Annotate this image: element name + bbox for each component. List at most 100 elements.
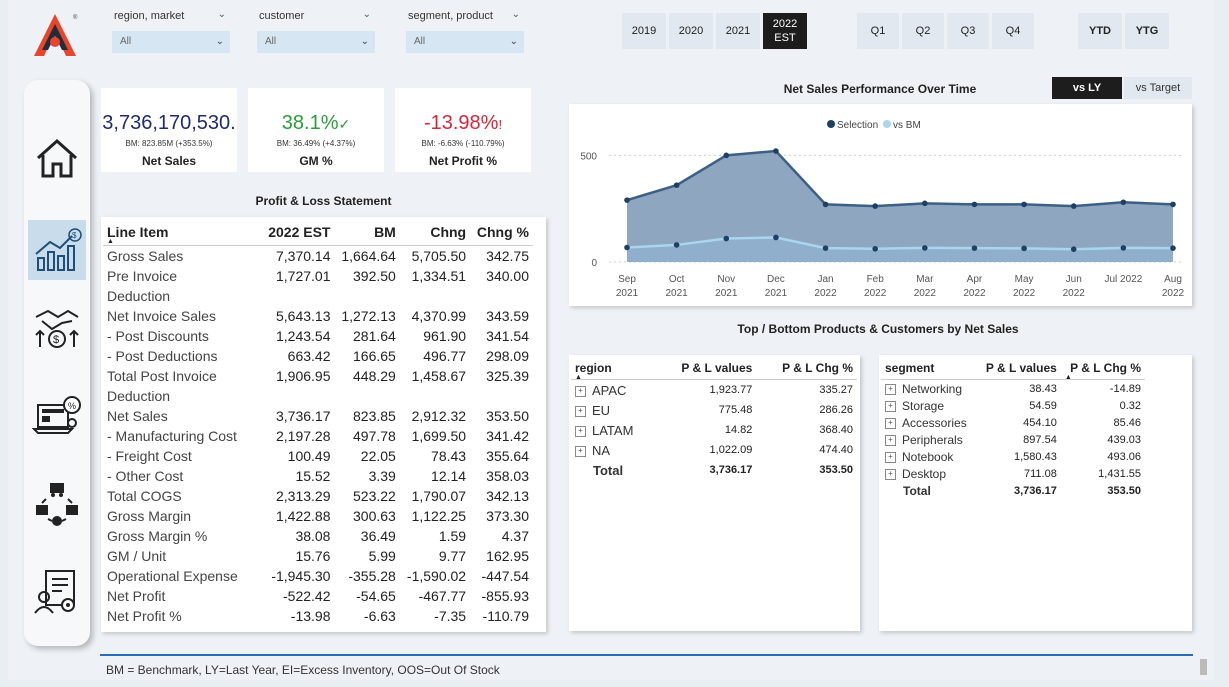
pl-cell: -522.42 bbox=[283, 588, 331, 604]
region-header[interactable]: P & L values bbox=[656, 357, 757, 380]
table-row[interactable]: + LATAM 14.82 368.40 bbox=[571, 420, 857, 440]
pl-line-item: Gross Margin % bbox=[103, 526, 261, 546]
expand-icon[interactable]: + bbox=[885, 468, 896, 480]
filter-dropdown[interactable]: All ⌄ bbox=[112, 31, 230, 53]
table-row[interactable]: + APAC 1,923.77 335.27 bbox=[571, 380, 857, 401]
year-2020-button[interactable]: 2020 bbox=[669, 13, 713, 49]
pl-table-card[interactable]: Line Item ▲ 2022 EST BM Chng Chng % Gross… bbox=[101, 217, 546, 632]
quarter-q1-button[interactable]: Q1 bbox=[857, 13, 899, 49]
region-table-card[interactable]: region ▲ P & L values P & L Chg % + APAC 1,… bbox=[569, 355, 860, 631]
chart-title: Net Sales Performance Over Time bbox=[783, 82, 977, 96]
pl-row[interactable]: - Freight Cost 100.49 22.05 78.43 355.64 bbox=[103, 446, 533, 466]
table-row[interactable]: + Accessories 454.10 85.46 bbox=[881, 414, 1145, 431]
total-value: 3,736.17 bbox=[1014, 484, 1057, 497]
net-sales-chart-card[interactable]: 0 500 Selection vs BM Sep 2021 Oct 2021 Nov 2021 D… bbox=[569, 104, 1192, 306]
table-row[interactable]: + Peripherals 897.54 439.03 bbox=[881, 431, 1145, 448]
year-sublabel: EST bbox=[774, 32, 796, 44]
pl-row[interactable]: Gross Margin 1,422.88 300.63 1,122.25 373.30 bbox=[103, 506, 533, 526]
vs-target-button[interactable]: vs Target bbox=[1124, 77, 1192, 99]
table-row[interactable]: + NA 1,022.09 474.40 bbox=[571, 440, 857, 460]
table-row[interactable]: + Notebook 1,580.43 493.06 bbox=[881, 448, 1145, 465]
table-row[interactable]: + Storage 54.59 0.32 bbox=[881, 397, 1145, 414]
pl-header[interactable]: Chng bbox=[400, 219, 470, 246]
pl-row[interactable]: Net Invoice Sales 5,643.13 1,272.13 4,370.9… bbox=[103, 306, 533, 326]
pl-header[interactable]: BM bbox=[334, 219, 399, 246]
kpi-net-profit-card[interactable]: -13.98%! BM: -6.63% (-110.79%) Net Profi… bbox=[395, 88, 531, 172]
filter-dropdown[interactable]: All ⌄ bbox=[406, 31, 524, 53]
pl-row[interactable]: Net Profit % -13.98 -6.63 -7.35 -110.79 bbox=[103, 606, 533, 626]
segment-table-card[interactable]: segment P & L values P & L Chg % ▲ + Netwo… bbox=[879, 355, 1192, 631]
pl-row[interactable]: Net Sales 3,736.17 823.85 2,912.32 353.50 bbox=[103, 406, 533, 426]
filter-dropdown[interactable]: All ⌄ bbox=[257, 31, 375, 53]
expand-icon[interactable]: + bbox=[885, 434, 896, 446]
nav-supply-chain-view[interactable] bbox=[28, 474, 86, 534]
segment-header[interactable]: segment bbox=[881, 357, 977, 380]
year-2021-button[interactable]: 2021 bbox=[716, 13, 760, 49]
pl-row[interactable]: Total Post Invoice Deduction 1,906.95 448.2… bbox=[103, 366, 533, 406]
pl-row[interactable]: GM / Unit 15.76 5.99 9.77 162.95 bbox=[103, 546, 533, 566]
ytd-button[interactable]: YTD bbox=[1078, 13, 1122, 49]
expand-icon[interactable]: + bbox=[885, 400, 896, 412]
gear-laptop-icon: % bbox=[32, 396, 81, 434]
pl-header[interactable]: 2022 EST bbox=[261, 219, 334, 246]
expand-icon[interactable]: + bbox=[575, 425, 586, 437]
nav-marketing-view[interactable]: % bbox=[28, 386, 86, 446]
table-row[interactable]: + Networking 38.43 -14.89 bbox=[881, 380, 1145, 398]
quarter-q4-button[interactable]: Q4 bbox=[992, 13, 1034, 49]
filter-region-market[interactable]: region, market ⌄ All ⌄ bbox=[106, 8, 230, 54]
pl-cell: 343.59 bbox=[486, 308, 529, 324]
expand-icon[interactable]: + bbox=[885, 417, 896, 429]
nav-home[interactable] bbox=[28, 128, 86, 188]
filter-segment-product[interactable]: segment, product ⌄ All ⌄ bbox=[400, 8, 524, 54]
kpi-benchmark: BM: 36.49% (+4.37%) bbox=[276, 139, 356, 148]
y-tick-label: 0 bbox=[591, 258, 597, 269]
segment-header[interactable]: P & L values bbox=[977, 357, 1061, 380]
pl-row[interactable]: Pre Invoice Deduction 1,727.01 392.50 1,334.… bbox=[103, 266, 533, 306]
year-2019-button[interactable]: 2019 bbox=[622, 13, 666, 49]
expand-icon[interactable]: + bbox=[575, 445, 586, 457]
report-icon bbox=[34, 570, 75, 614]
pl-row[interactable]: Total COGS 2,313.29 523.22 1,790.07 342.13 bbox=[103, 486, 533, 506]
x-tick-label: 2021 bbox=[715, 288, 738, 299]
segment-header[interactable]: P & L Chg % ▲ bbox=[1061, 357, 1145, 381]
vs-ly-button[interactable]: vs LY bbox=[1052, 77, 1122, 99]
nav-sales-view[interactable]: $ bbox=[28, 298, 86, 358]
pl-row[interactable]: - Other Cost 15.52 3.39 12.14 358.03 bbox=[103, 466, 533, 486]
pl-row[interactable]: Gross Sales 7,370.14 1,664.64 5,705.50 342.7… bbox=[103, 246, 533, 267]
pl-row[interactable]: - Post Discounts 1,243.54 281.64 961.90 341.… bbox=[103, 326, 533, 346]
expand-icon[interactable]: + bbox=[575, 405, 586, 417]
scrollbar-thumb[interactable] bbox=[1200, 659, 1207, 675]
filter-customer[interactable]: customer ⌄ All ⌄ bbox=[251, 8, 375, 54]
x-tick-label: Nov bbox=[717, 274, 735, 285]
pl-row[interactable]: - Post Deductions 663.42 166.65 496.77 298.0… bbox=[103, 346, 533, 366]
quarter-q2-button[interactable]: Q2 bbox=[902, 13, 944, 49]
table-row[interactable]: + Desktop 711.08 1,431.55 bbox=[881, 465, 1145, 482]
data-point bbox=[922, 245, 928, 251]
pl-line-item: Pre Invoice Deduction bbox=[103, 266, 261, 306]
region-header[interactable]: P & L Chg % bbox=[756, 357, 857, 380]
pl-row[interactable]: Net Profit -522.42 -54.65 -467.77 -855.93 bbox=[103, 586, 533, 606]
data-point bbox=[1070, 203, 1077, 209]
check-icon: ✓ bbox=[338, 116, 351, 132]
table-row[interactable]: + EU 775.48 286.26 bbox=[571, 400, 857, 420]
pl-row[interactable]: Operational Expense -1,945.30 -355.28 -1,59… bbox=[103, 566, 533, 586]
nav-executive-view[interactable] bbox=[28, 562, 86, 622]
expand-icon[interactable]: + bbox=[885, 451, 896, 463]
kpi-net-sales-card[interactable]: 3,736,170,530. BM: 823.85M (+353.5%) Net… bbox=[101, 88, 237, 172]
pl-line-item: - Post Discounts bbox=[103, 326, 261, 346]
expand-icon[interactable]: + bbox=[885, 383, 896, 395]
year-2022-est-button[interactable]: 2022 EST bbox=[763, 13, 807, 49]
pl-line-item: Operational Expense bbox=[103, 566, 261, 586]
nav-finance-view[interactable]: $ bbox=[28, 220, 86, 280]
pl-cell: 340.00 bbox=[486, 268, 529, 284]
pl-header-line-item[interactable]: Line Item ▲ bbox=[103, 219, 261, 246]
quarter-q3-button[interactable]: Q3 bbox=[947, 13, 989, 49]
kpi-gm-card[interactable]: 38.1%✓ BM: 36.49% (+4.37%) GM % bbox=[248, 88, 384, 172]
pl-row[interactable]: - Manufacturing Cost 2,197.28 497.78 1,699.… bbox=[103, 426, 533, 446]
region-header[interactable]: region ▲ bbox=[571, 357, 656, 381]
row-name-cell: + Networking bbox=[881, 380, 977, 398]
pl-row[interactable]: Gross Margin % 38.08 36.49 1.59 4.37 bbox=[103, 526, 533, 546]
ytg-button[interactable]: YTG bbox=[1125, 13, 1169, 49]
expand-icon[interactable]: + bbox=[575, 385, 586, 397]
pl-header[interactable]: Chng % bbox=[470, 219, 533, 246]
